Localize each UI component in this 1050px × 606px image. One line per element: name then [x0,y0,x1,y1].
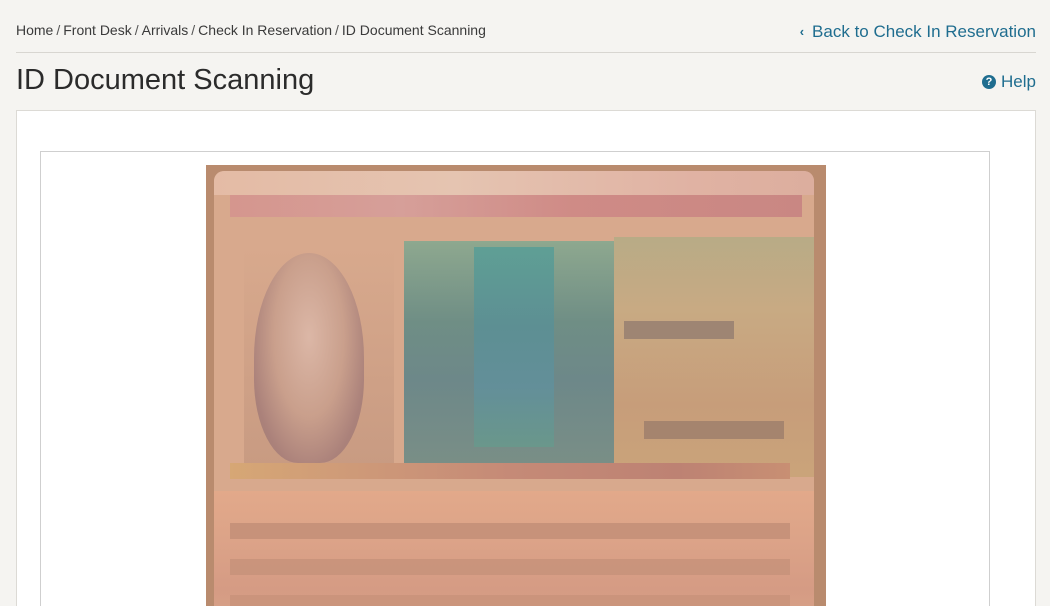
back-link-label: Back to Check In Reservation [812,22,1036,41]
card-lower-text-line [230,595,790,606]
card-security-pattern-center [474,247,554,447]
page-title: ID Document Scanning [16,64,315,96]
card-lower-text-line [230,523,790,539]
card-right-zone [614,237,814,477]
id-card [214,171,814,606]
breadcrumb-check-in-reservation[interactable]: Check In Reservation [198,22,332,38]
breadcrumb-current: ID Document Scanning [341,22,486,38]
help-link[interactable]: ? Help [982,72,1036,92]
card-right-text-line [644,421,784,439]
title-row: ID Document Scanning ? Help [16,60,1036,106]
breadcrumb-home[interactable]: Home [16,22,53,38]
help-label: Help [1001,72,1036,91]
page: Home / Front Desk / Arrivals / Check In … [0,0,1050,606]
card-right-text-line [624,321,734,339]
card-portrait [254,253,364,463]
breadcrumb-arrivals[interactable]: Arrivals [142,22,189,38]
card-header-stripe [230,195,802,217]
card-lower-section [214,491,814,606]
card-top-band [214,171,814,195]
back-to-check-in-link[interactable]: ‹ Back to Check In Reservation [800,22,1036,42]
card-lower-text-line [230,559,790,575]
breadcrumb-separator: / [335,22,339,38]
breadcrumb: Home / Front Desk / Arrivals / Check In … [16,22,486,38]
id-card-scan-image [206,165,826,606]
breadcrumb-front-desk[interactable]: Front Desk [63,22,131,38]
breadcrumb-separator: / [56,22,61,38]
question-circle-icon: ? [982,75,997,89]
breadcrumb-separator: / [191,22,196,38]
chevron-left-icon: ‹ [799,23,805,39]
breadcrumb-separator: / [134,22,139,38]
top-bar: Home / Front Desk / Arrivals / Check In … [16,18,1036,53]
content-panel [16,110,1036,606]
document-preview-frame [40,151,990,606]
card-text-line [230,463,790,479]
